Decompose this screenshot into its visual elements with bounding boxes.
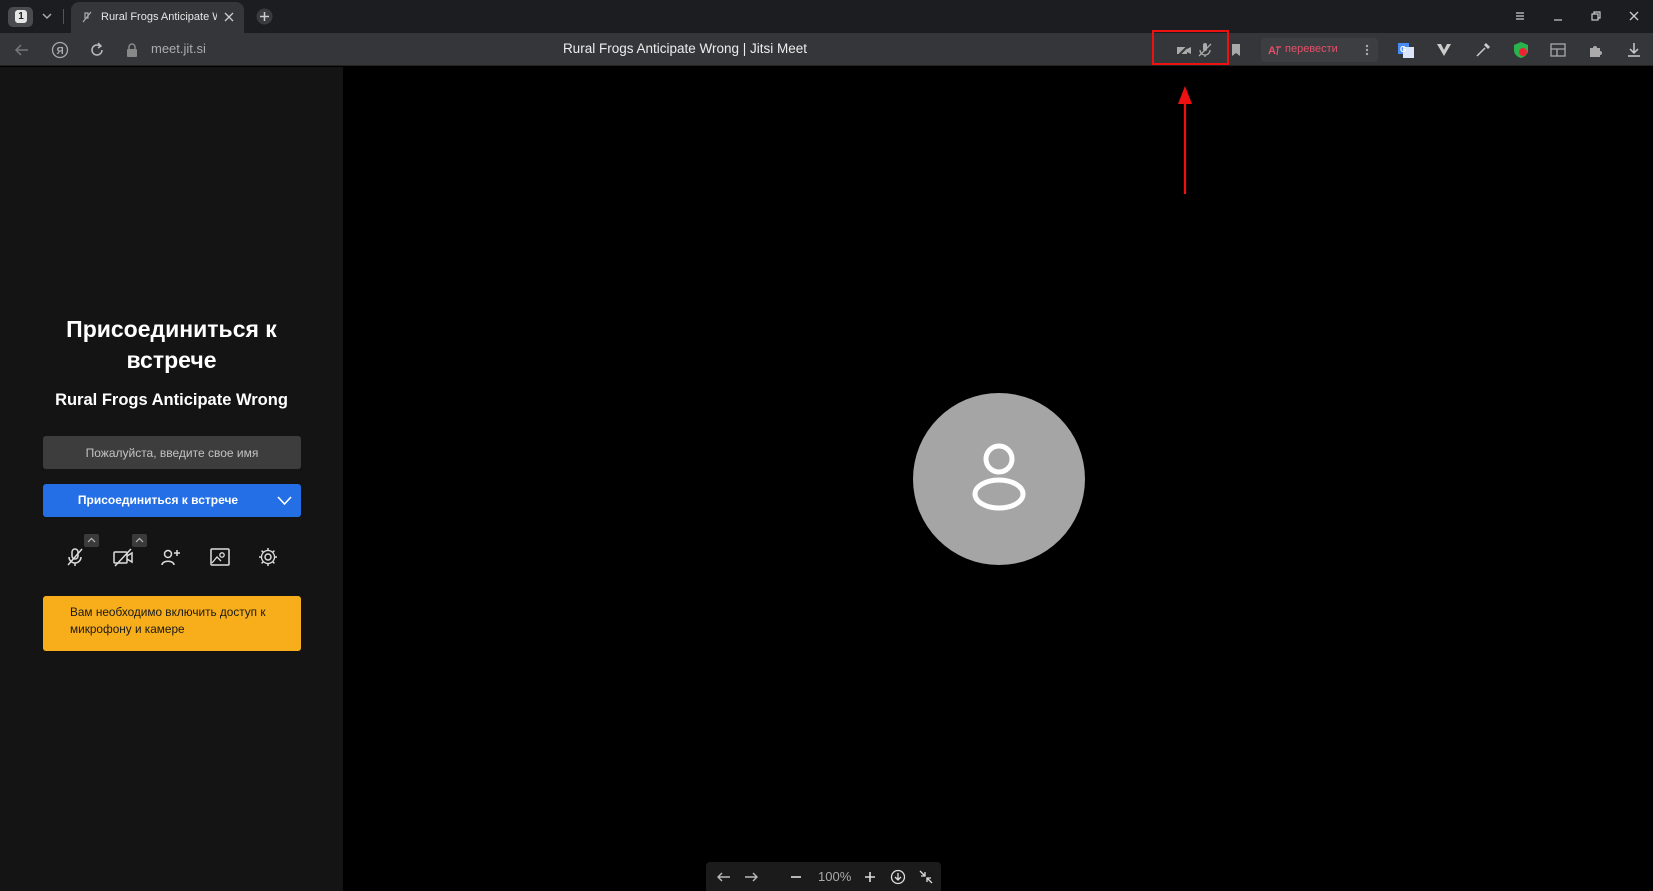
- yandex-icon[interactable]: Я: [51, 41, 69, 59]
- annotation-arrow-up-icon: [1178, 86, 1192, 194]
- camera-off-icon[interactable]: [112, 546, 134, 568]
- chevron-down-icon[interactable]: [40, 9, 54, 23]
- chevron-down-icon[interactable]: [276, 492, 293, 509]
- v-extension-icon[interactable]: [1435, 41, 1453, 59]
- zoom-in-icon[interactable]: [862, 869, 878, 885]
- puzzle-icon[interactable]: [1587, 41, 1605, 59]
- display-name-input[interactable]: [43, 436, 301, 469]
- join-meeting-button[interactable]: Присоединиться к встрече: [43, 484, 301, 517]
- close-icon[interactable]: [223, 11, 235, 23]
- close-window-icon[interactable]: [1626, 8, 1642, 24]
- mic-options-caret[interactable]: [84, 534, 99, 547]
- permissions-warning: Вам необходимо включить доступ к микрофо…: [43, 596, 301, 651]
- svg-text:A: A: [1268, 45, 1276, 57]
- restore-icon[interactable]: [1588, 8, 1604, 24]
- zoom-level: 100%: [818, 869, 852, 884]
- translate-button[interactable]: A перевести: [1261, 38, 1378, 62]
- layout-extension-icon[interactable]: [1549, 41, 1567, 59]
- tab-strip: 1 Rural Frogs Anticipate Wrong | Jitsi M…: [0, 0, 1653, 33]
- arrow-left-icon[interactable]: [716, 869, 732, 885]
- invite-people-icon[interactable]: [160, 546, 182, 568]
- new-tab-icon[interactable]: [256, 8, 273, 25]
- collapse-icon[interactable]: [918, 869, 934, 885]
- browser-window: 1 Rural Frogs Anticipate Wrong | Jitsi M…: [0, 0, 1653, 891]
- minimize-icon[interactable]: [1550, 8, 1566, 24]
- browser-toolbar: Я meet.jit.si Rural Frogs Anticipate Wro…: [0, 33, 1653, 66]
- back-arrow-icon[interactable]: [13, 41, 31, 59]
- adblock-shield-icon[interactable]: [1512, 41, 1530, 59]
- translate-label: перевести: [1285, 43, 1338, 55]
- reload-icon[interactable]: [88, 41, 106, 59]
- google-translate-ext-icon[interactable]: G: [1397, 41, 1415, 59]
- tab-jitsi[interactable]: Rural Frogs Anticipate Wrong | Jitsi Mee…: [71, 2, 244, 33]
- lock-icon[interactable]: [125, 42, 139, 58]
- join-meeting-label: Присоединиться к встрече: [77, 493, 239, 507]
- eyedropper-icon[interactable]: [1474, 41, 1492, 59]
- zoom-out-icon[interactable]: [788, 869, 804, 885]
- bookmark-icon[interactable]: [1227, 41, 1245, 59]
- download-circle-icon[interactable]: [890, 869, 906, 885]
- camera-options-caret[interactable]: [132, 534, 147, 547]
- prejoin-panel: Присоединиться к встрече Rural Frogs Ant…: [0, 67, 343, 891]
- more-vertical-icon[interactable]: [1361, 43, 1373, 57]
- virtual-background-icon[interactable]: [209, 546, 231, 568]
- prejoin-heading: Присоединиться к встрече: [66, 316, 277, 373]
- divider: [63, 9, 64, 24]
- viewer-bottom-bar: 100%: [706, 862, 941, 891]
- settings-gear-icon[interactable]: [257, 546, 279, 568]
- arrow-right-icon[interactable]: [743, 869, 759, 885]
- svg-text:G: G: [1400, 45, 1406, 54]
- tab-counter-label: 1: [15, 10, 27, 23]
- chevron-up-icon: [135, 537, 144, 543]
- address-host[interactable]: meet.jit.si: [151, 41, 206, 56]
- mic-muted-icon: [82, 11, 92, 23]
- user-silhouette-icon: [972, 443, 1026, 511]
- mic-muted-icon[interactable]: [64, 546, 86, 568]
- room-name: Rural Frogs Anticipate Wrong: [55, 391, 288, 409]
- chevron-up-icon: [87, 537, 96, 543]
- svg-text:Я: Я: [57, 46, 64, 57]
- download-icon[interactable]: [1625, 41, 1643, 59]
- translate-icon: A: [1268, 45, 1281, 57]
- tab-counter-button[interactable]: 1: [8, 7, 33, 27]
- avatar: [913, 393, 1085, 565]
- annotation-highlight-box: [1152, 30, 1229, 65]
- menu-icon[interactable]: [1512, 8, 1528, 24]
- page-title[interactable]: Rural Frogs Anticipate Wrong | Jitsi Mee…: [460, 41, 910, 56]
- tab-title: Rural Frogs Anticipate Wrong | Jitsi Mee…: [101, 11, 217, 23]
